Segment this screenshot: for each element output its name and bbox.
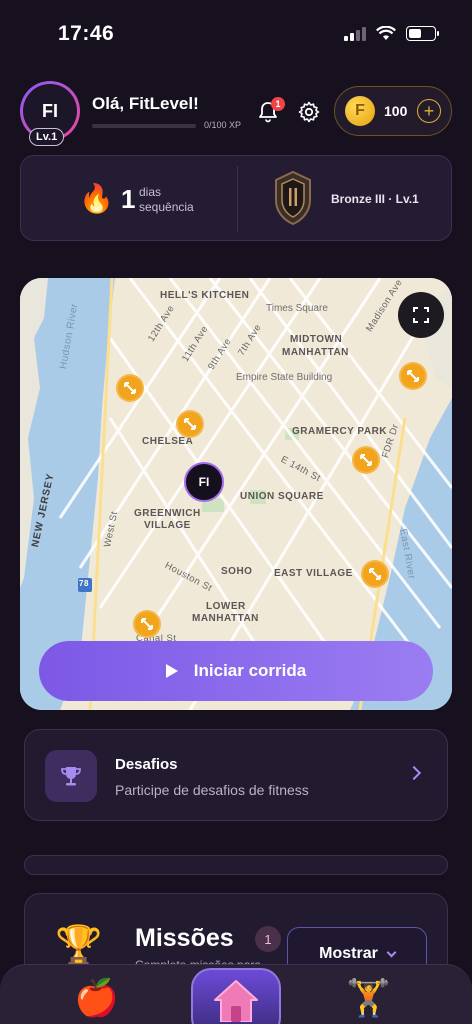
map-label-empire-state: Empire State Building <box>236 372 333 383</box>
fullscreen-button[interactable] <box>398 292 444 338</box>
cellular-signal-icon <box>344 26 366 41</box>
home-icon <box>214 980 258 1022</box>
user-location-pin[interactable]: FI <box>184 462 224 502</box>
wifi-icon <box>376 26 396 40</box>
missions-title: Missões <box>135 924 234 952</box>
rank-text: Bronze III · Lv.1 <box>331 192 419 206</box>
xp-progress-bar <box>92 124 196 128</box>
nav-nutrition-apple-icon[interactable]: 🍎 <box>74 977 119 1019</box>
start-run-label: Iniciar corrida <box>193 661 307 680</box>
challenge-marker[interactable] <box>399 362 427 390</box>
settings-gear-icon[interactable] <box>297 100 321 124</box>
streak-label: dias sequência <box>139 185 194 214</box>
expand-arrows-icon <box>184 418 196 430</box>
map-label-times-square: Times Square <box>266 303 328 314</box>
notification-count-badge: 1 <box>271 97 285 111</box>
challenges-card[interactable]: Desafios Participe de desafios de fitnes… <box>24 729 448 821</box>
map-label-chelsea: CHELSEA <box>142 436 194 447</box>
nav-workout-dumbbell-icon[interactable]: 🏋️ <box>346 977 391 1019</box>
map-label-greenwich: GREENWICH <box>134 508 201 519</box>
challenge-marker[interactable] <box>116 374 144 402</box>
map-label-midtown: MIDTOWN <box>290 334 343 345</box>
nav-home-button[interactable] <box>191 968 281 1024</box>
map-label-hells-kitchen: HELL'S KITCHEN <box>160 290 250 301</box>
status-icons <box>344 26 439 41</box>
chevron-down-icon <box>386 947 397 957</box>
fire-icon: 🔥 <box>79 183 114 214</box>
map-label-gramercy-park: GRAMERCY PARK <box>292 426 388 437</box>
card-divider <box>237 166 238 232</box>
map-view[interactable]: HELL'S KITCHEN Times Square MIDTOWN MANH… <box>20 278 452 710</box>
challenge-marker[interactable] <box>133 610 161 638</box>
challenge-marker[interactable] <box>352 446 380 474</box>
status-time: 17:46 <box>58 22 115 45</box>
rank-emblem-icon <box>275 170 311 226</box>
expand-arrows-icon <box>124 382 136 394</box>
route-78-shield: 78 <box>79 579 89 588</box>
map-label-union-square: UNION SQUARE <box>240 491 324 502</box>
map-label-lower: LOWER <box>206 601 246 612</box>
map-label-manhattan: MANHATTAN <box>282 347 349 358</box>
fullscreen-icon <box>413 307 429 323</box>
challenges-title: Desafios <box>115 756 178 773</box>
level-badge: Lv.1 <box>29 128 65 146</box>
play-icon <box>165 664 178 678</box>
expand-arrows-icon <box>407 370 419 382</box>
coin-icon: F <box>345 96 375 126</box>
missions-count-badge: 1 <box>255 926 281 952</box>
map-label-lower-manhattan: MANHATTAN <box>192 613 259 624</box>
collapsed-card <box>24 855 448 875</box>
expand-arrows-icon <box>141 618 153 630</box>
trophy-icon-box <box>45 750 97 802</box>
xp-text: 0/100 XP <box>204 120 242 130</box>
chevron-right-icon <box>406 765 422 781</box>
expand-arrows-icon <box>360 454 372 466</box>
challenges-subtitle: Participe de desafios de fitness <box>115 782 309 798</box>
start-run-button[interactable]: Iniciar corrida <box>39 641 433 701</box>
map-label-village: VILLAGE <box>144 520 191 531</box>
status-bar: 17:46 <box>0 0 472 70</box>
expand-arrows-icon <box>369 568 381 580</box>
coin-count: 100 <box>384 103 408 119</box>
map-label-soho: SOHO <box>221 566 253 577</box>
show-missions-label: Mostrar <box>319 945 378 962</box>
challenge-marker[interactable] <box>361 560 389 588</box>
trophy-icon <box>61 767 81 786</box>
add-coins-button[interactable]: + <box>417 99 441 123</box>
map-label-east-village: EAST VILLAGE <box>274 568 353 579</box>
streak-count: 1 <box>121 184 136 214</box>
gold-trophy-icon: 🏆 <box>55 925 103 967</box>
battery-icon <box>406 26 439 41</box>
coin-balance[interactable]: F 100 + <box>334 86 452 136</box>
greeting-text: Olá, FitLevel! <box>92 94 199 113</box>
streak-rank-card: 🔥 1 dias sequência Bronze III · Lv.1 <box>20 155 452 241</box>
challenge-marker[interactable] <box>176 410 204 438</box>
